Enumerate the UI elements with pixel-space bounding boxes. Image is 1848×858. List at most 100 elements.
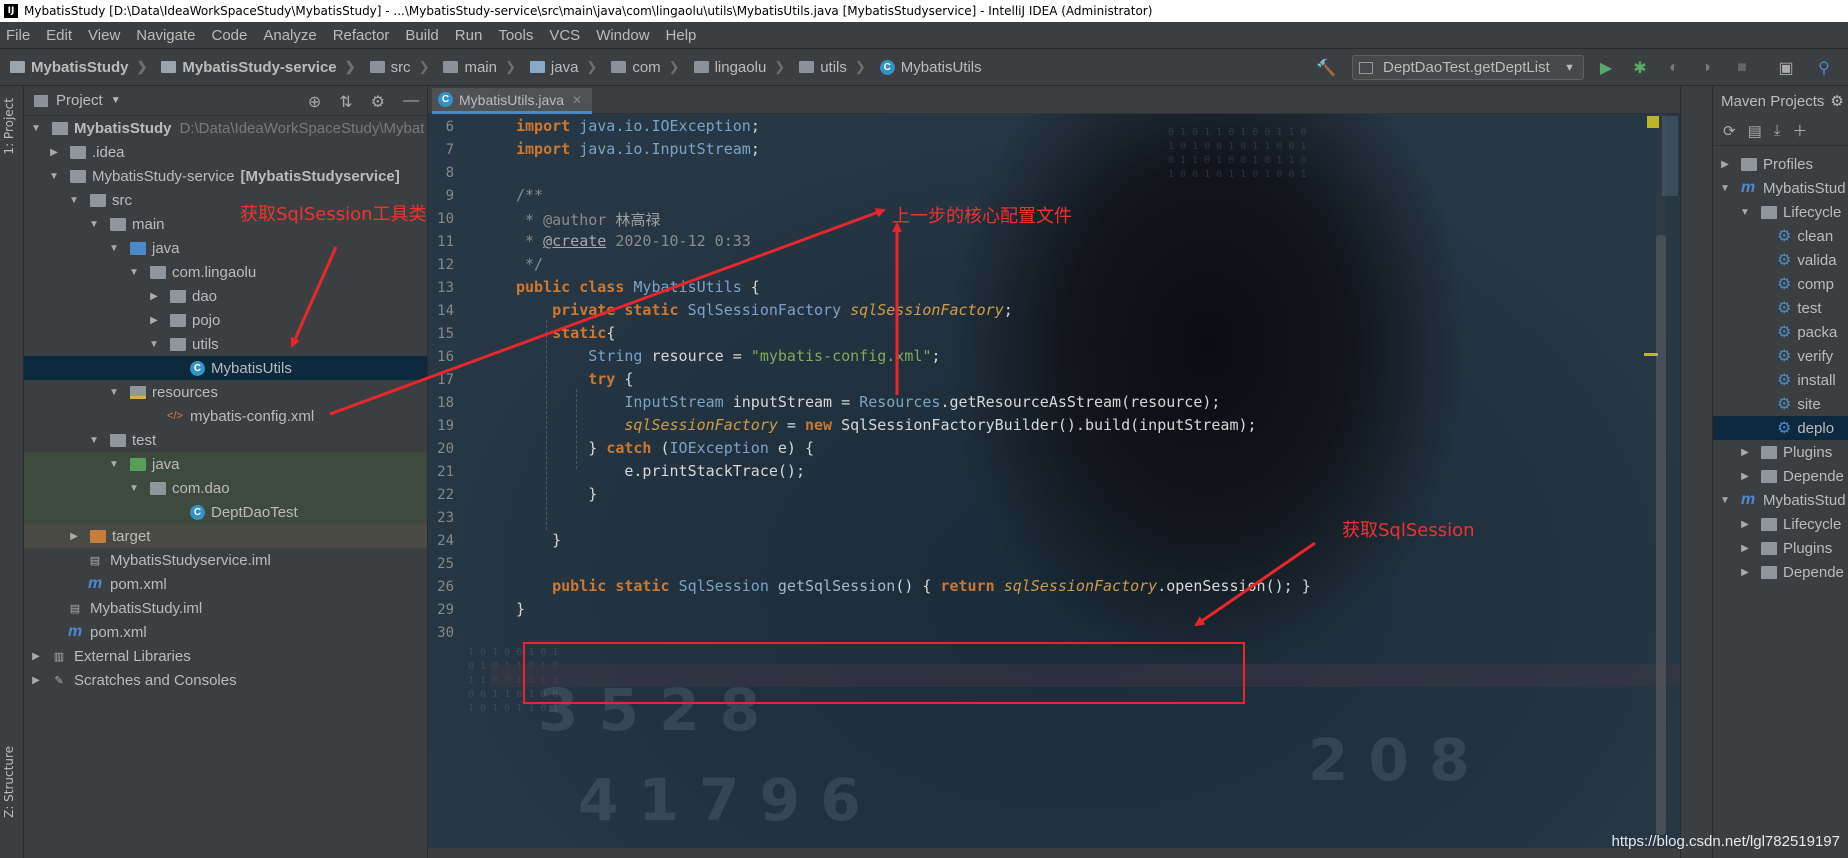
gear-icon[interactable]: ⚙: [371, 92, 385, 112]
breadcrumb-java[interactable]: java ❯: [520, 59, 601, 76]
tree-item-com-lingaolu[interactable]: ▼ com.lingaolu: [24, 260, 427, 284]
breadcrumb-src[interactable]: src ❯: [360, 59, 434, 76]
profile-icon[interactable]: ◑: [1696, 58, 1716, 78]
chevron-down-icon[interactable]: ▼: [88, 219, 100, 230]
menu-edit[interactable]: Edit: [38, 27, 80, 44]
chevron-right-icon[interactable]: ▶: [148, 291, 160, 302]
menu-analyze[interactable]: Analyze: [255, 27, 324, 44]
chevron-down-icon[interactable]: ▼: [148, 339, 160, 350]
close-icon[interactable]: ✕: [572, 93, 582, 107]
maven-item-lifecycle[interactable]: ▼ Lifecycle: [1713, 200, 1848, 224]
menu-navigate[interactable]: Navigate: [128, 27, 203, 44]
tree-item-mybatis-config[interactable]: </> mybatis-config.xml: [24, 404, 427, 428]
editor-horizontal-scrollbar[interactable]: [428, 848, 1680, 858]
menu-run[interactable]: Run: [447, 27, 491, 44]
refresh-icon[interactable]: ⟳: [1723, 122, 1736, 140]
maven-goal-install[interactable]: ⚙ install: [1713, 368, 1848, 392]
chevron-down-icon[interactable]: ▼: [128, 483, 140, 494]
maven-goal-clean[interactable]: ⚙ clean: [1713, 224, 1848, 248]
chevron-right-icon[interactable]: ▶: [1719, 159, 1731, 170]
chevron-down-icon[interactable]: ▼: [128, 267, 140, 278]
menu-tools[interactable]: Tools: [490, 27, 541, 44]
tree-item-root-iml[interactable]: ▤ MybatisStudy.iml: [24, 596, 427, 620]
breadcrumb-class[interactable]: C MybatisUtils: [870, 59, 986, 76]
chevron-right-icon[interactable]: ▶: [148, 315, 160, 326]
chevron-down-icon[interactable]: ▼: [1739, 207, 1751, 218]
tree-item-deptdaotest[interactable]: C DeptDaoTest: [24, 500, 427, 524]
chevron-right-icon[interactable]: ▶: [1739, 447, 1751, 458]
menu-window[interactable]: Window: [588, 27, 657, 44]
chevron-down-icon[interactable]: ▼: [30, 123, 42, 134]
run-icon[interactable]: ▶: [1596, 58, 1616, 78]
chevron-right-icon[interactable]: ▶: [1739, 519, 1751, 530]
menu-vcs[interactable]: VCS: [541, 27, 588, 44]
maven-goal-test[interactable]: ⚙ test: [1713, 296, 1848, 320]
maven-item-dependencies-2[interactable]: ▶ Depende: [1713, 560, 1848, 584]
menu-view[interactable]: View: [80, 27, 128, 44]
maven-item-project[interactable]: ▼ m MybatisStud: [1713, 176, 1848, 200]
chevron-right-icon[interactable]: ▶: [1739, 471, 1751, 482]
chevron-down-icon[interactable]: ▼: [111, 95, 121, 106]
coverage-icon[interactable]: ◐: [1664, 58, 1684, 78]
tree-item-java-main[interactable]: ▼ java: [24, 236, 427, 260]
tree-item-java-test[interactable]: ▼ java: [24, 452, 427, 476]
tree-item-mybatisutils[interactable]: C MybatisUtils: [24, 356, 427, 380]
tree-item-utils[interactable]: ▼ utils: [24, 332, 427, 356]
tree-item-pojo[interactable]: ▶ pojo: [24, 308, 427, 332]
chevron-right-icon[interactable]: ▶: [1739, 543, 1751, 554]
chevron-down-icon[interactable]: ▼: [1719, 495, 1731, 506]
chevron-right-icon[interactable]: ▶: [30, 675, 42, 686]
generate-sources-icon[interactable]: ▤: [1748, 122, 1762, 140]
maven-goal-verify[interactable]: ⚙ verify: [1713, 344, 1848, 368]
inspection-status-icon[interactable]: [1647, 116, 1659, 128]
menu-help[interactable]: Help: [658, 27, 705, 44]
chevron-down-icon[interactable]: ▼: [108, 459, 120, 470]
tree-item-idea[interactable]: ▶ .idea: [24, 140, 427, 164]
tree-item-test[interactable]: ▼ test: [24, 428, 427, 452]
tree-item-root-pom[interactable]: m pom.xml: [24, 620, 427, 644]
chevron-down-icon[interactable]: ▼: [108, 243, 120, 254]
tree-item-target[interactable]: ▶ target: [24, 524, 427, 548]
chevron-right-icon[interactable]: ▶: [48, 147, 60, 158]
maven-item-lifecycle-2[interactable]: ▶ Lifecycle: [1713, 512, 1848, 536]
maven-goal-compile[interactable]: ⚙ comp: [1713, 272, 1848, 296]
chevron-right-icon[interactable]: ▶: [1739, 567, 1751, 578]
tree-item-com-dao[interactable]: ▼ com.dao: [24, 476, 427, 500]
gear-icon[interactable]: ⚙: [1830, 92, 1843, 110]
tree-item-dao[interactable]: ▶ dao: [24, 284, 427, 308]
tree-item-service-pom[interactable]: m pom.xml: [24, 572, 427, 596]
chevron-right-icon[interactable]: ▶: [68, 531, 80, 542]
breadcrumb-module[interactable]: MybatisStudy-service ❯: [151, 59, 359, 76]
menu-build[interactable]: Build: [397, 27, 446, 44]
project-structure-icon[interactable]: ▣: [1776, 58, 1796, 78]
download-icon[interactable]: ⤓: [1774, 122, 1781, 139]
maven-item-dependencies[interactable]: ▶ Depende: [1713, 464, 1848, 488]
menu-code[interactable]: Code: [203, 27, 255, 44]
tree-item-resources[interactable]: ▼ resources: [24, 380, 427, 404]
editor-scrollbar-thumb[interactable]: [1656, 235, 1666, 835]
tree-item-service-iml[interactable]: ▤ MybatisStudyservice.iml: [24, 548, 427, 572]
breadcrumb-utils[interactable]: utils ❯: [789, 59, 870, 76]
collapse-all-icon[interactable]: ⇅: [339, 92, 352, 112]
chevron-down-icon[interactable]: ▼: [1719, 183, 1731, 194]
breadcrumb-lingaolu[interactable]: lingaolu ❯: [684, 59, 790, 76]
tree-item-external-libraries[interactable]: ▶ ▥ External Libraries: [24, 644, 427, 668]
tree-item-service-module[interactable]: ▼ MybatisStudy-service [MybatisStudyservi…: [24, 164, 427, 188]
hide-icon[interactable]: —: [403, 92, 419, 112]
tree-item-root[interactable]: ▼ MybatisStudy D:\Data\IdeaWorkSpaceStudy…: [24, 116, 427, 140]
debug-icon[interactable]: ✱: [1630, 58, 1650, 78]
maven-item-plugins-2[interactable]: ▶ Plugins: [1713, 536, 1848, 560]
maven-goal-deploy[interactable]: ⚙ deplo: [1713, 416, 1848, 440]
chevron-right-icon[interactable]: ▶: [30, 651, 42, 662]
menu-refactor[interactable]: Refactor: [325, 27, 398, 44]
locate-icon[interactable]: ⊕: [308, 92, 321, 112]
tab-mybatisutils[interactable]: C MybatisUtils.java ✕: [432, 88, 593, 114]
tab-project[interactable]: 1: Project: [2, 98, 16, 155]
breadcrumb-com[interactable]: com ❯: [601, 59, 683, 76]
breadcrumb-project[interactable]: MybatisStudy ❯: [0, 59, 151, 76]
chevron-down-icon[interactable]: ▼: [108, 387, 120, 398]
run-configuration-select[interactable]: DeptDaoTest.getDeptList ▼: [1352, 55, 1584, 80]
maven-item-plugins[interactable]: ▶ Plugins: [1713, 440, 1848, 464]
hammer-icon[interactable]: 🔨: [1316, 58, 1336, 78]
maven-goal-site[interactable]: ⚙ site: [1713, 392, 1848, 416]
